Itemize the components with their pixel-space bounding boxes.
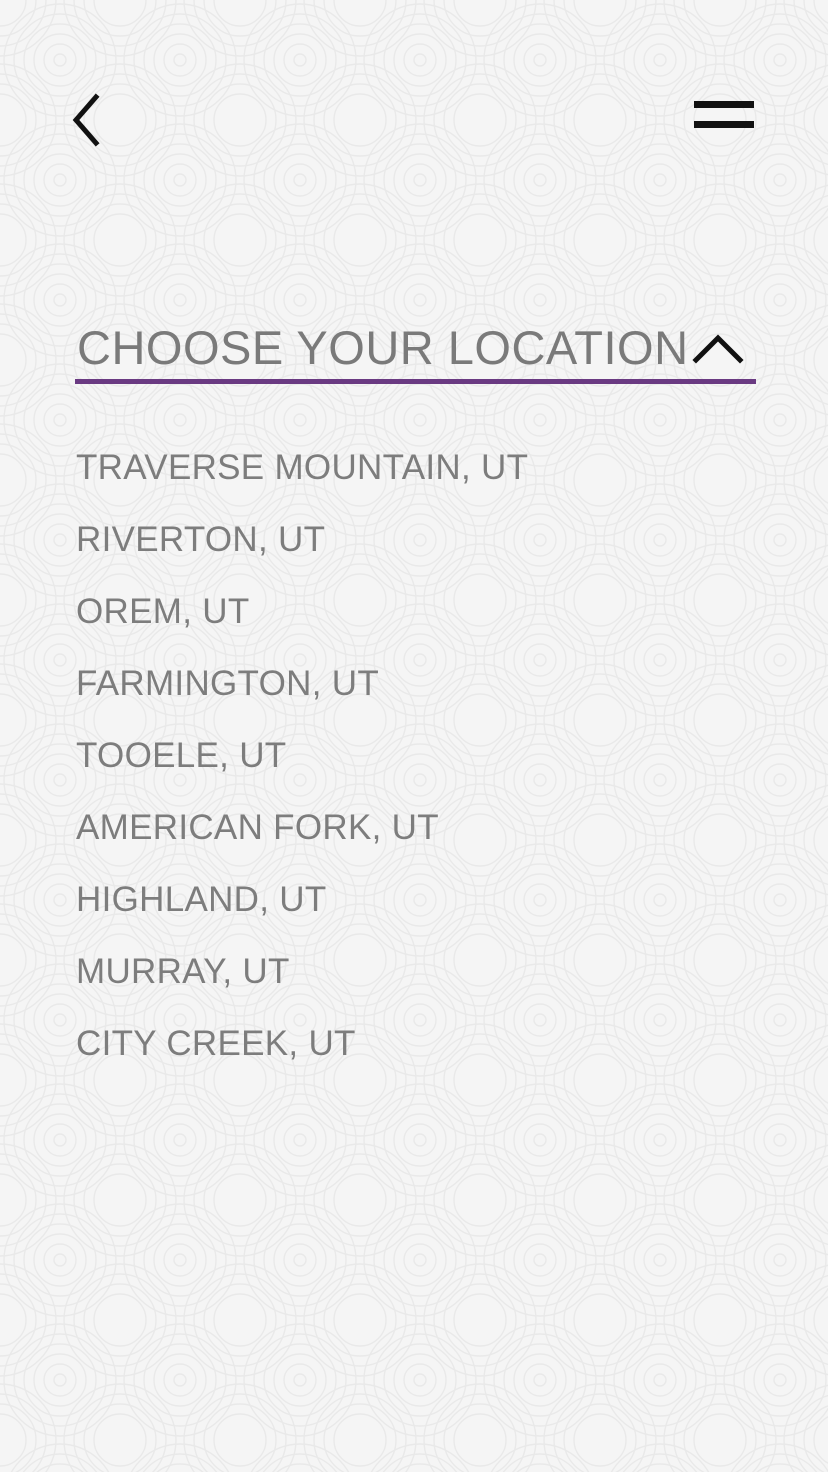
location-dropdown[interactable]: CHOOSE YOUR LOCATION bbox=[75, 306, 756, 384]
location-option-highland[interactable]: HIGHLAND, UT bbox=[76, 864, 756, 936]
hamburger-menu-icon bbox=[694, 101, 754, 128]
location-option-riverton[interactable]: RIVERTON, UT bbox=[76, 504, 756, 576]
chevron-up-icon bbox=[692, 334, 744, 364]
location-option-orem[interactable]: OREM, UT bbox=[76, 576, 756, 648]
location-option-farmington[interactable]: FARMINGTON, UT bbox=[76, 648, 756, 720]
menu-button[interactable] bbox=[684, 88, 764, 144]
dropdown-underline bbox=[75, 379, 756, 384]
location-option-traverse-mountain[interactable]: TRAVERSE MOUNTAIN, UT bbox=[76, 432, 756, 504]
back-button[interactable] bbox=[56, 82, 116, 152]
location-option-tooele[interactable]: TOOELE, UT bbox=[76, 720, 756, 792]
top-bar bbox=[0, 0, 828, 230]
location-option-murray[interactable]: MURRAY, UT bbox=[76, 936, 756, 1008]
location-option-city-creek[interactable]: CITY CREEK, UT bbox=[76, 1008, 756, 1080]
location-options-list: TRAVERSE MOUNTAIN, UT RIVERTON, UT OREM,… bbox=[76, 432, 756, 1080]
location-option-american-fork[interactable]: AMERICAN FORK, UT bbox=[76, 792, 756, 864]
location-dropdown-label: CHOOSE YOUR LOCATION bbox=[77, 321, 689, 374]
chevron-left-icon bbox=[72, 93, 100, 147]
